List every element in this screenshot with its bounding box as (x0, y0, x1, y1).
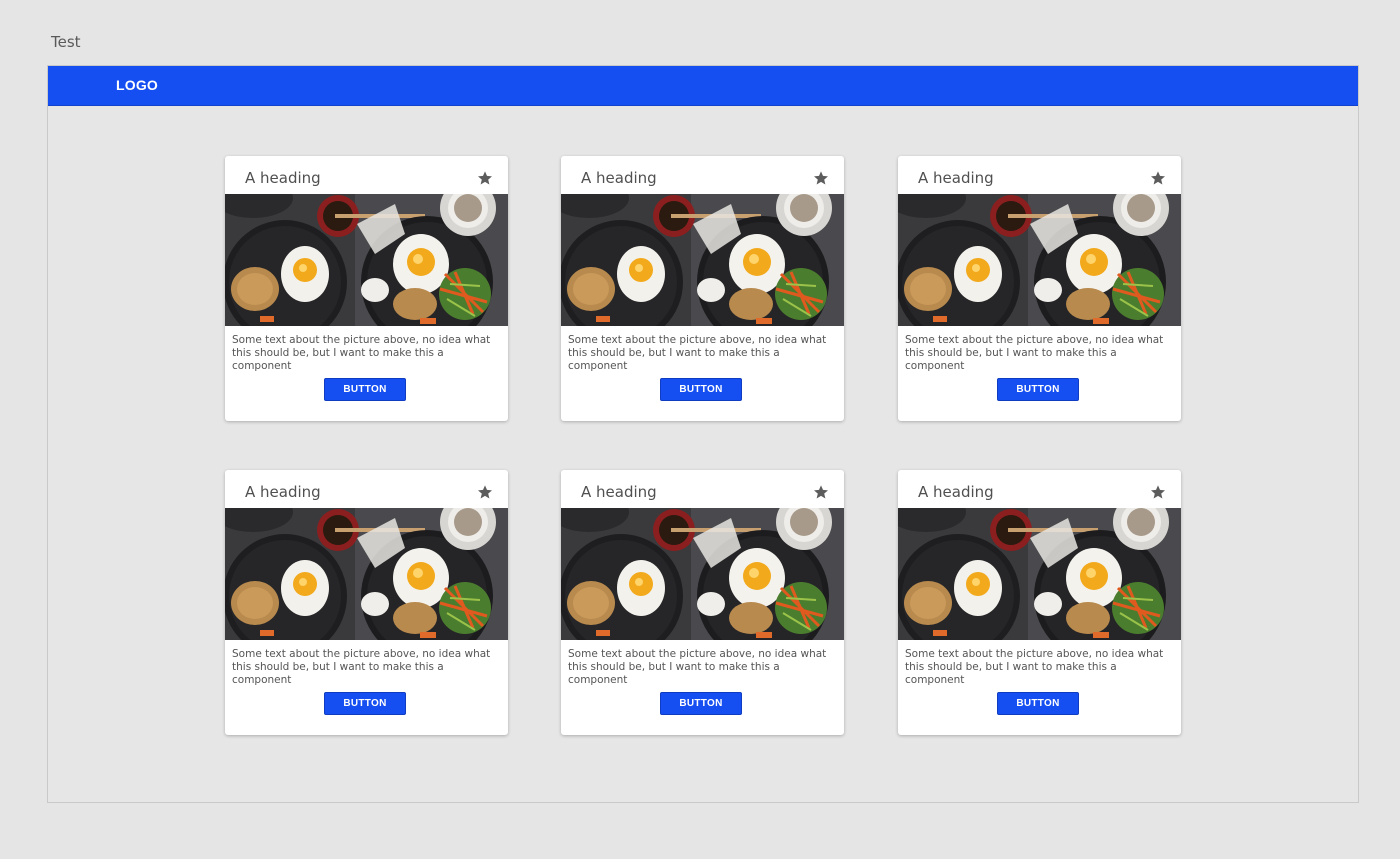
card-heading: A heading (918, 483, 994, 501)
card-button[interactable]: BUTTON (997, 378, 1079, 401)
card-image (561, 194, 844, 326)
card-1: A heading Some text about the picture ab… (225, 156, 508, 421)
card-text: Some text about the picture above, no id… (232, 648, 491, 686)
card-image (561, 508, 844, 640)
card-button[interactable]: BUTTON (660, 692, 742, 715)
card-heading: A heading (918, 169, 994, 187)
card-heading: A heading (245, 169, 321, 187)
star-icon[interactable] (477, 484, 493, 500)
card-image (225, 508, 508, 640)
logo[interactable]: LOGO (116, 77, 158, 93)
star-icon[interactable] (1150, 170, 1166, 186)
card-button[interactable]: BUTTON (997, 692, 1079, 715)
card-image (898, 508, 1181, 640)
star-icon[interactable] (1150, 484, 1166, 500)
top-navbar: LOGO (48, 66, 1358, 106)
card-text: Some text about the picture above, no id… (568, 334, 827, 372)
card-heading: A heading (581, 483, 657, 501)
card-text: Some text about the picture above, no id… (568, 648, 827, 686)
star-icon[interactable] (477, 170, 493, 186)
card-image (225, 194, 508, 326)
card-button[interactable]: BUTTON (324, 378, 406, 401)
card-button[interactable]: BUTTON (660, 378, 742, 401)
star-icon[interactable] (813, 484, 829, 500)
card-3: A heading Some text about the picture ab… (898, 156, 1181, 421)
star-icon[interactable] (813, 170, 829, 186)
card-text: Some text about the picture above, no id… (905, 648, 1164, 686)
card-heading: A heading (245, 483, 321, 501)
artboard: LOGO A heading Some text about the pictu… (47, 65, 1359, 803)
card-5: A heading Some text about the picture ab… (561, 470, 844, 735)
card-button[interactable]: BUTTON (324, 692, 406, 715)
card-text: Some text about the picture above, no id… (232, 334, 491, 372)
card-6: A heading Some text about the picture ab… (898, 470, 1181, 735)
artboard-label: Test (51, 33, 81, 51)
card-image (898, 194, 1181, 326)
card-2: A heading Some text about the picture ab… (561, 156, 844, 421)
card-heading: A heading (581, 169, 657, 187)
card-text: Some text about the picture above, no id… (905, 334, 1164, 372)
card-4: A heading Some text about the picture ab… (225, 470, 508, 735)
